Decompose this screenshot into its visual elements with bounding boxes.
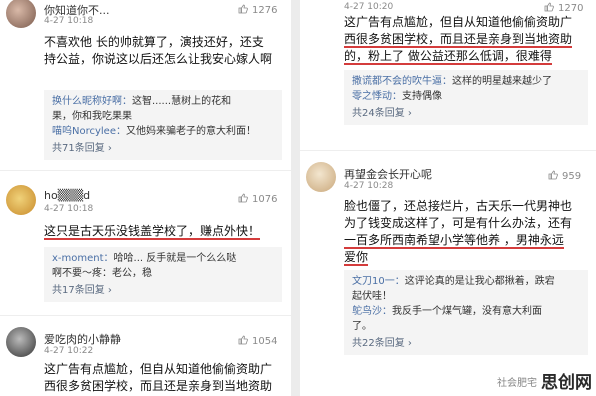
reply-text: 这样的明星越来越少了 xyxy=(452,76,552,87)
reply-author[interactable]: 喵呜Norcylee： xyxy=(52,126,126,137)
reply-text: 这智......慧树上的花和 xyxy=(132,96,232,107)
comment-text: 这广告有点尴尬，但自从知道他偷偷资助广 西很多贫困学校，而且还是亲身到当地资助 … xyxy=(344,15,573,65)
comment-text: 脸也僵了，还总接烂片，古天乐一代男神也 为了钱变成这样了，可是有什么办法，还有 … xyxy=(344,199,573,266)
reply-author[interactable]: x-moment： xyxy=(52,253,114,264)
reply-box: x-moment：哈哈... 反手就是一个么么哒 啊不要～疼：老公，稳 共17条… xyxy=(44,247,282,302)
more-replies-link[interactable]: 共22条回复 › xyxy=(352,336,580,351)
like-count: 959 xyxy=(562,171,582,182)
divider xyxy=(0,170,291,171)
like-button[interactable]: 1076 xyxy=(238,193,277,205)
divider xyxy=(300,150,596,151)
like-button[interactable]: 1270 xyxy=(544,2,583,14)
comment-date: 4-27 10:18 xyxy=(44,16,94,26)
avatar[interactable] xyxy=(6,0,36,28)
thumbs-up-icon xyxy=(548,170,558,180)
thumbs-up-icon xyxy=(544,2,554,12)
comment-date: 4-27 10:28 xyxy=(344,181,394,191)
watermark-small: 社会肥宅 xyxy=(497,378,537,389)
reply-author[interactable]: 零之悸动： xyxy=(352,91,402,102)
reply-text: 我反手一个煤气罐，没有意大利面 xyxy=(392,306,542,317)
right-comment-column: 4-27 10:20 1270 这广告有点尴尬，但自从知道他偷偷资助广 西很多贫… xyxy=(300,0,596,396)
highlighted-text: 爱你 xyxy=(344,250,369,266)
more-replies-link[interactable]: 共71条回复 › xyxy=(52,141,274,156)
reply-author[interactable]: 撒谎都不会的吹牛逼： xyxy=(352,76,452,87)
thumbs-up-icon xyxy=(238,4,248,14)
highlighted-text: 的，粉上了 做公益还那么低调，很难得 xyxy=(344,49,552,65)
like-button[interactable]: 1276 xyxy=(238,4,277,16)
reply-box: 文刀10一：这评论真的是让我心都揪着，跌宕 起伏哇！ 鸵鸟沙：我反手一个煤气罐，… xyxy=(344,270,588,355)
reply-text: 了。 xyxy=(352,321,372,332)
watermark: 社会肥宅 思创网 xyxy=(497,368,592,393)
highlighted-text: 一百多所西南希望小学等他养 ，男神永远 xyxy=(344,233,564,249)
watermark-brand: 思创网 xyxy=(541,373,592,393)
reply-text: 起伏哇！ xyxy=(352,291,392,302)
like-count: 1054 xyxy=(252,336,278,347)
like-count: 1270 xyxy=(558,3,584,14)
column-divider xyxy=(291,0,300,396)
reply-text: 果，你和我吃果果 xyxy=(52,111,132,122)
more-replies-link[interactable]: 共17条回复 › xyxy=(52,283,274,298)
reply-text: 又他妈来骗老子的意大利面！ xyxy=(126,126,256,137)
thumbs-up-icon xyxy=(238,335,248,345)
comment-date: 4-27 10:18 xyxy=(44,204,94,214)
left-comment-column: 你知道你不... 4-27 10:18 1276 不喜欢他 长的帅就算了，演技还… xyxy=(0,0,291,396)
reply-text: 支持偶像 xyxy=(402,91,442,102)
reply-text: 哈哈... 反手就是一个么么哒 xyxy=(113,253,237,264)
like-button[interactable]: 959 xyxy=(548,170,581,182)
highlighted-text: 西很多贫困学校，而且还是亲身到当地资助 xyxy=(344,32,573,48)
like-button[interactable]: 1054 xyxy=(238,335,277,347)
username[interactable]: 爱吃肉的小静静 xyxy=(44,331,121,347)
reply-author[interactable]: 文刀10一： xyxy=(352,276,405,287)
username[interactable]: ho▒▒▒d xyxy=(44,189,90,202)
reply-author[interactable]: 鸵鸟沙： xyxy=(352,306,392,317)
reply-text: 这评论真的是让我心都揪着，跌宕 xyxy=(404,276,555,287)
reply-box: 换什么昵称好啊：这智......慧树上的花和 果，你和我吃果果 喵呜Norcyl… xyxy=(44,90,282,160)
divider xyxy=(0,315,291,316)
avatar[interactable] xyxy=(6,327,36,357)
comment-text: 这只是古天乐没钱盖学校了，赚点外快！ xyxy=(44,223,284,240)
username[interactable]: 再望金会长开心呢 xyxy=(344,166,432,182)
comment-text: 不喜欢他 长的帅就算了，演技还好，还支 持公益，你说这以后还怎么让我安心嫁人啊 xyxy=(44,35,273,66)
reply-box: 撒谎都不会的吹牛逼：这样的明星越来越少了 零之悸动：支持偶像 共24条回复 › xyxy=(344,70,588,125)
comment-text: 这广告有点尴尬，但自从知道他偷偷资助广 西很多贫困学校，而且还是亲身到当地资助 xyxy=(44,362,273,393)
like-count: 1076 xyxy=(252,194,278,205)
like-count: 1276 xyxy=(252,5,278,16)
highlighted-text: 这只是古天乐没钱盖学校了，赚点外快！ xyxy=(44,224,261,240)
reply-text: 啊不要～疼：老公，稳 xyxy=(52,268,152,279)
comment-date: 4-27 10:22 xyxy=(44,346,94,356)
more-replies-link[interactable]: 共24条回复 › xyxy=(352,106,580,121)
comment-date: 4-27 10:20 xyxy=(344,2,394,12)
avatar[interactable] xyxy=(6,185,36,215)
thumbs-up-icon xyxy=(238,193,248,203)
reply-author[interactable]: 换什么昵称好啊： xyxy=(52,96,132,107)
avatar[interactable] xyxy=(306,162,336,192)
